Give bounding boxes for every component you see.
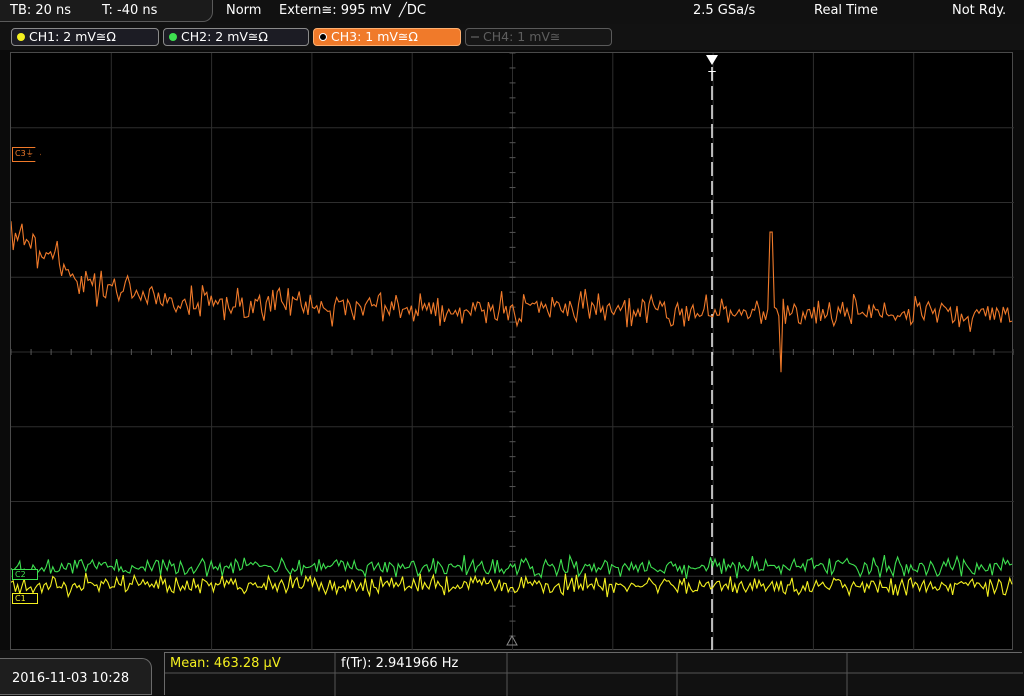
trigger-marker-label: T — [707, 69, 716, 83]
trigger-slope[interactable]: ╱DC — [399, 3, 426, 18]
channel-2-dot-icon — [169, 33, 177, 41]
channel-4-button[interactable]: CH4: 1 mV≅ — [465, 28, 612, 46]
measurement-cells — [165, 653, 1023, 696]
acquisition-mode[interactable]: Real Time — [814, 3, 878, 18]
status-bar: TB: 20 ns T: -40 ns Norm Extern≅: 995 mV… — [0, 0, 1024, 24]
trigger-time-readout[interactable]: T: -40 ns — [102, 3, 157, 18]
channel-2-button[interactable]: CH2: 2 mV≅Ω — [163, 28, 309, 46]
acquisition-status: Not Rdy. — [952, 3, 1007, 18]
waveform-display[interactable]: T — [10, 52, 1014, 651]
channel-3-button[interactable]: CH3: 1 mV≅Ω — [313, 28, 461, 46]
timebase-readout[interactable]: TB: 20 ns — [10, 3, 71, 18]
channel-4-off-icon — [471, 36, 479, 38]
channel-3-ground-marker[interactable]: C3⏚ — [12, 147, 41, 162]
trigger-source[interactable]: Extern≅: 995 mV — [279, 3, 391, 18]
measurement-panel[interactable]: Mean: 463.28 µV f(Tr): 2.941966 Hz — [164, 652, 1023, 696]
datetime-panel: 2016-11-03 10:28 — [0, 658, 152, 695]
channel-1-label: CH1: 2 mV≅Ω — [29, 29, 116, 44]
datetime: 2016-11-03 10:28 — [12, 671, 130, 686]
waveform-canvas: T — [11, 53, 1014, 651]
timebase-panel[interactable]: TB: 20 ns T: -40 ns — [0, 0, 213, 22]
channel-1-dot-icon — [17, 33, 25, 41]
channel-strip: CH1: 2 mV≅Ω CH2: 2 mV≅Ω CH3: 1 mV≅Ω CH4:… — [0, 24, 1024, 50]
channel-2-ground-marker[interactable]: C2 — [12, 569, 38, 580]
channel-4-label: CH4: 1 mV≅ — [483, 29, 561, 44]
graticule — [11, 53, 1014, 651]
channel-3-dot-icon — [319, 33, 327, 41]
channel-3-label: CH3: 1 mV≅Ω — [331, 29, 418, 44]
channel-1-button[interactable]: CH1: 2 mV≅Ω — [11, 28, 159, 46]
sample-rate: 2.5 GSa/s — [693, 3, 756, 18]
trigger-mode[interactable]: Norm — [226, 3, 261, 18]
trigger-arrow-icon — [706, 55, 718, 65]
bottom-bar: 2016-11-03 10:28 Mean: 463.28 µV f(Tr): … — [0, 650, 1024, 696]
channel-1-ground-marker[interactable]: C1 — [12, 593, 38, 604]
channel-2-label: CH2: 2 mV≅Ω — [181, 29, 268, 44]
channel-3-waveform — [11, 221, 1013, 373]
